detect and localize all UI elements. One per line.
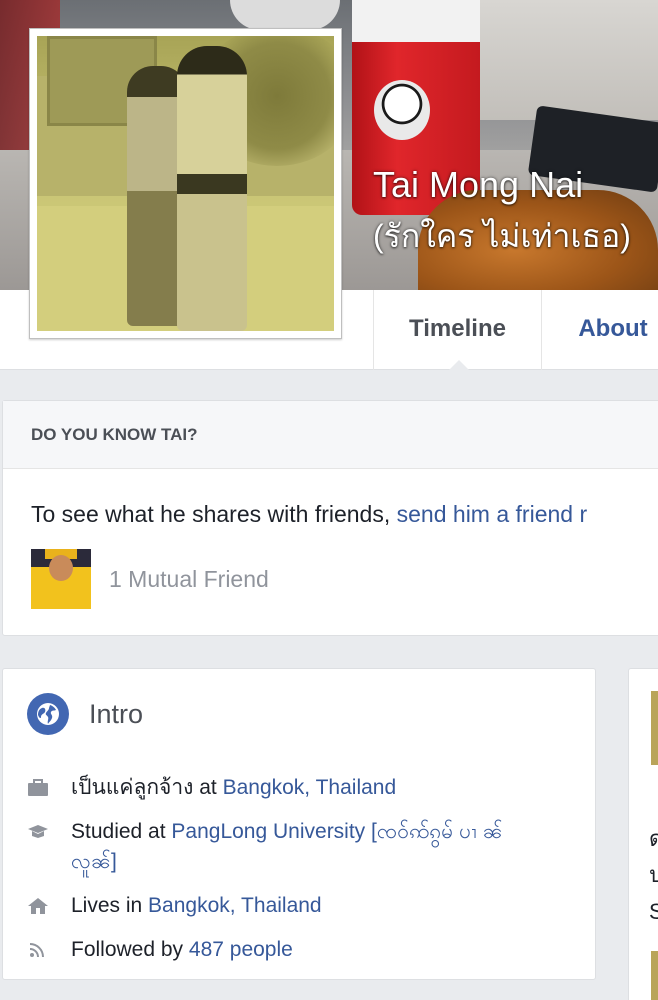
profile-picture[interactable] (29, 28, 342, 339)
rss-icon (29, 943, 44, 958)
cover-decoration (470, 0, 658, 120)
intro-work-link[interactable]: Bangkok, Thailand (223, 776, 397, 799)
tab-about[interactable]: About (543, 290, 658, 370)
profile-alternate-name: (รักใคร ไม่เท่าเธอ) (373, 218, 631, 254)
profile-name[interactable]: Tai Mong Nai (373, 164, 583, 206)
home-icon (28, 898, 48, 914)
intro-title: Intro (89, 699, 144, 729)
intro-followers-link[interactable]: 487 people (189, 938, 293, 961)
avatar-decoration (49, 555, 73, 581)
cover-decoration (352, 0, 480, 42)
side-image[interactable] (651, 691, 658, 765)
cover-decoration (230, 0, 340, 30)
do-you-know-card: DO YOU KNOW TAI? To see what he shares w… (2, 400, 658, 636)
prompt-text: To see what he shares with friends, (31, 501, 397, 527)
globe-icon (27, 693, 69, 735)
side-image[interactable] (651, 951, 658, 1000)
tab-timeline[interactable]: Timeline (373, 290, 542, 370)
intro-education-prefix: Studied at (71, 820, 172, 843)
side-card: ด ป S (628, 668, 658, 1000)
intro-lives-prefix: Lives in (71, 894, 149, 917)
send-friend-request-link[interactable]: send him a friend r (397, 501, 587, 527)
active-tab-caret (449, 360, 469, 370)
graduation-cap-icon (28, 825, 48, 838)
briefcase-icon (28, 779, 48, 796)
mutual-friends-count[interactable]: 1 Mutual Friend (109, 566, 269, 593)
side-text: ด (649, 826, 658, 851)
intro-work-prefix: เป็นแค่ลูกจ้าง at (71, 776, 223, 799)
intro-lives-link[interactable]: Bangkok, Thailand (148, 894, 322, 917)
photo-person (177, 46, 247, 331)
friend-request-prompt: To see what he shares with friends, send… (31, 501, 587, 528)
side-text: ป (649, 862, 658, 887)
profile-photo (37, 36, 334, 331)
mutual-friend-avatar[interactable] (31, 549, 91, 609)
intro-followers-prefix: Followed by (71, 938, 189, 961)
intro-card: Intro เป็นแค่ลูกจ้าง at Bangkok, Thailan… (2, 668, 596, 980)
do-you-know-title: DO YOU KNOW TAI? (3, 401, 658, 469)
cover-logo (374, 80, 430, 140)
side-link[interactable]: S (649, 899, 658, 925)
